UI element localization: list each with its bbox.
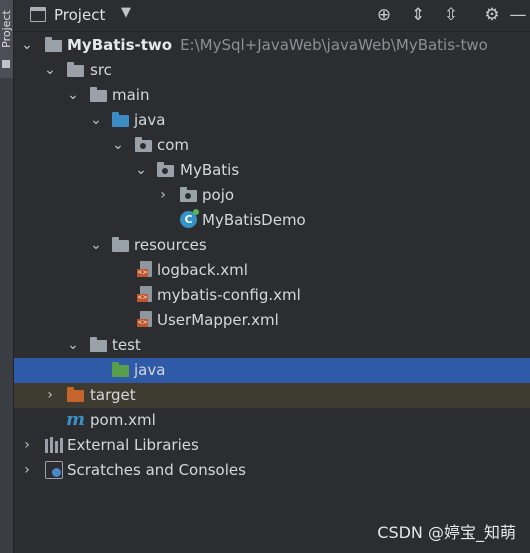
xml-file-icon: <> (137, 311, 152, 329)
test-source-folder-icon (112, 362, 129, 377)
hide-icon[interactable]: — (507, 4, 529, 26)
expand-all-icon[interactable]: ⇕ (407, 4, 429, 26)
tree-row-pojo[interactable]: › pojo (14, 183, 530, 208)
chevron-down-icon[interactable]: ⌄ (112, 137, 124, 153)
tree-label: Scratches and Consoles (67, 461, 246, 479)
tree-label: target (90, 386, 136, 404)
tree-row-test[interactable]: ⌄ test (14, 333, 530, 358)
tree-row-logback[interactable]: <> logback.xml (14, 258, 530, 283)
tool-window-stripe: Project (0, 0, 14, 553)
locate-icon[interactable]: ⊕ (373, 4, 395, 26)
tree-row-test-java[interactable]: java (14, 358, 530, 383)
folder-icon (67, 62, 84, 77)
module-folder-icon (45, 37, 62, 52)
xml-file-icon: <> (137, 286, 152, 304)
project-window-icon (30, 7, 46, 22)
chevron-down-icon[interactable]: ⌄ (90, 237, 102, 253)
excluded-folder-icon (67, 387, 84, 402)
tree-row-java[interactable]: ⌄ java (14, 108, 530, 133)
package-icon (180, 187, 197, 202)
tree-row-com[interactable]: ⌄ com (14, 133, 530, 158)
tree-row-mybatis[interactable]: ⌄ MyBatis (14, 158, 530, 183)
root-module-path: E:\MySql+JavaWeb\javaWeb\MyBatis-two (180, 36, 488, 54)
tree-label: MyBatis (180, 161, 240, 179)
tree-row-scratches[interactable]: › Scratches and Consoles (14, 458, 530, 483)
chevron-down-icon[interactable]: ⌄ (21, 37, 33, 53)
tree-row-main[interactable]: ⌄ main (14, 83, 530, 108)
libraries-icon (45, 437, 63, 453)
chevron-right-icon[interactable]: › (157, 187, 169, 203)
collapse-all-icon[interactable]: ⇳ (440, 4, 462, 26)
tree-row-usermapper[interactable]: <> UserMapper.xml (14, 308, 530, 333)
chevron-down-icon[interactable]: ⌄ (44, 62, 56, 78)
tree-label: com (157, 136, 190, 154)
tree-label: UserMapper.xml (157, 311, 279, 329)
tree-label: resources (134, 236, 207, 254)
tree-label: pom.xml (90, 411, 156, 429)
gear-icon[interactable]: ⚙ (481, 4, 503, 26)
tree-row-resources[interactable]: ⌄ resources (14, 233, 530, 258)
tree-row-mybatisdemo[interactable]: C MyBatisDemo (14, 208, 530, 233)
chevron-right-icon[interactable]: › (21, 462, 33, 478)
scratches-icon (45, 461, 63, 479)
chevron-down-icon[interactable]: ⌄ (67, 87, 79, 103)
chevron-right-icon[interactable]: › (44, 387, 56, 403)
xml-file-icon: <> (137, 261, 152, 279)
tree-label: mybatis-config.xml (157, 286, 301, 304)
tree-label: test (112, 336, 141, 354)
chevron-down-icon[interactable]: ▼ (121, 5, 131, 20)
package-icon (157, 162, 174, 177)
source-folder-icon (112, 112, 129, 127)
tree-row-root[interactable]: ⌄ MyBatis-two E:\MySql+JavaWeb\javaWeb\My… (14, 33, 530, 58)
chevron-down-icon[interactable]: ⌄ (90, 112, 102, 128)
tree-label: External Libraries (67, 436, 199, 454)
tree-row-pom[interactable]: m pom.xml (14, 408, 530, 433)
tree-label: main (112, 86, 150, 104)
chevron-down-icon[interactable]: ⌄ (67, 337, 79, 353)
tree-row-external-libraries[interactable]: › External Libraries (14, 433, 530, 458)
root-module-name: MyBatis-two (67, 36, 173, 54)
folder-icon (2, 60, 10, 68)
folder-icon (90, 87, 107, 102)
tree-label: java (134, 361, 166, 379)
project-tool-tab-label: Project (0, 10, 13, 48)
java-class-icon: C (180, 209, 199, 228)
tree-label: pojo (202, 186, 235, 204)
resources-folder-icon (112, 237, 129, 252)
folder-icon (90, 337, 107, 352)
watermark: CSDN @婷宝_知萌 (377, 523, 516, 542)
tree-row-mybatis-config[interactable]: <> mybatis-config.xml (14, 283, 530, 308)
tree-label: logback.xml (157, 261, 248, 279)
chevron-right-icon[interactable]: › (21, 437, 33, 453)
tree-label: MyBatisDemo (202, 211, 306, 229)
tree-label: src (90, 61, 112, 79)
tree-row-target[interactable]: › target (14, 383, 530, 408)
tree-row-src[interactable]: ⌄ src (14, 58, 530, 83)
package-icon (135, 137, 152, 152)
project-view-title[interactable]: Project (54, 6, 105, 24)
maven-icon: m (66, 409, 86, 430)
chevron-down-icon[interactable]: ⌄ (135, 162, 147, 178)
project-toolbar: Project ▼ ⊕ ⇕ ⇳ ⚙ — (14, 0, 530, 32)
project-tool-tab[interactable]: Project (0, 0, 13, 78)
tree-label: java (134, 111, 166, 129)
